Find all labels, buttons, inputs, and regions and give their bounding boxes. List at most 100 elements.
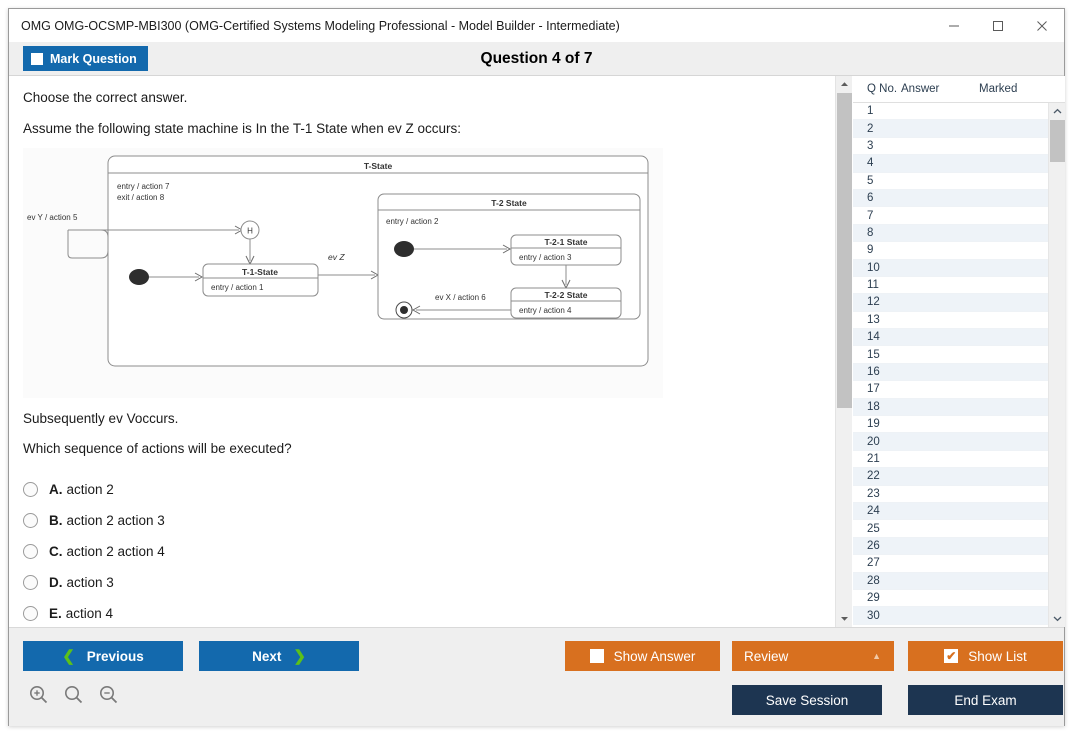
list-item[interactable]: 29 (853, 589, 1048, 608)
list-item-qno: 29 (867, 592, 880, 605)
diagram-t22-entry: entry / action 4 (519, 306, 572, 315)
answer-option-e[interactable]: E. action 4 (23, 598, 663, 627)
chevron-up-icon: ▲ (872, 651, 881, 661)
list-item[interactable]: 4 (853, 155, 1048, 173)
list-item-qno: 25 (867, 522, 880, 535)
zoom-in-icon[interactable] (27, 683, 51, 707)
scroll-up-arrow-icon[interactable] (836, 76, 853, 93)
list-item[interactable]: 23 (853, 485, 1048, 503)
next-button-label: Next (252, 648, 282, 664)
list-item[interactable]: 5 (853, 172, 1048, 190)
radio-button-icon[interactable] (23, 482, 38, 497)
zoom-controls (27, 683, 121, 707)
previous-button[interactable]: ❮ Previous (23, 641, 183, 671)
diagram-ev-z-label: ev Z (328, 252, 345, 262)
diagram-t2-name: T-2 State (491, 198, 527, 208)
show-list-checkbox-icon[interactable]: ✔ (944, 649, 959, 663)
radio-button-icon[interactable] (23, 513, 38, 528)
next-button[interactable]: Next ❯ (199, 641, 359, 671)
list-item[interactable]: 18 (853, 398, 1048, 417)
question-followup-text: Subsequently ev Voccurs. (23, 411, 179, 426)
list-item[interactable]: 24 (853, 502, 1048, 521)
list-item[interactable]: 28 (853, 572, 1048, 590)
list-item-qno: 6 (867, 192, 874, 205)
list-item[interactable]: 22 (853, 468, 1048, 486)
end-exam-label: End Exam (954, 692, 1017, 708)
column-header-marked: Marked (979, 83, 1018, 95)
question-list-scrollbar[interactable] (1048, 103, 1065, 627)
zoom-reset-icon[interactable] (62, 683, 86, 707)
close-icon[interactable] (1020, 9, 1064, 42)
diagram-outer-state-name: T-State (364, 161, 393, 171)
list-item[interactable]: 7 (853, 207, 1048, 225)
radio-button-icon[interactable] (23, 606, 38, 621)
list-scrollbar-thumb[interactable] (1050, 120, 1065, 162)
list-item-qno: 11 (867, 279, 879, 292)
list-item[interactable]: 1 (853, 103, 1048, 121)
save-session-button[interactable]: Save Session (732, 685, 882, 715)
diagram-ev-x-label: ev X / action 6 (435, 293, 486, 302)
zoom-out-icon[interactable] (97, 683, 121, 707)
option-text: action 2 (66, 482, 114, 497)
exam-application-window: OMG OMG-OCSMP-MBI300 (OMG-Certified Syst… (8, 8, 1065, 726)
review-label: Review (744, 648, 789, 664)
content-scrollbar[interactable] (835, 76, 852, 627)
answer-option-b[interactable]: B. action 2 action 3 (23, 505, 663, 536)
minimize-icon[interactable] (932, 9, 976, 42)
list-item-qno: 20 (867, 435, 880, 448)
list-item[interactable]: 25 (853, 520, 1048, 538)
content-scrollbar-thumb[interactable] (837, 93, 852, 408)
answer-option-d[interactable]: D. action 3 (23, 567, 663, 598)
answer-options-group: A. action 2 B. action 2 action 3 C. acti… (23, 474, 663, 627)
question-prompt-text: Which sequence of actions will be execut… (23, 441, 292, 456)
list-item[interactable]: 15 (853, 346, 1048, 364)
list-item[interactable]: 10 (853, 259, 1048, 277)
diagram-outer-entry: entry / action 7 (117, 182, 170, 191)
list-item-qno: 9 (867, 244, 874, 257)
question-list-body[interactable]: 1 2 3 4 5 6 7 8 9 10 11 12 13 14 15 16 17 18 19 20 21 22 23 24 2… (853, 103, 1048, 627)
list-scroll-down-arrow-icon[interactable] (1049, 610, 1065, 627)
review-dropdown[interactable]: Review ▲ (732, 641, 894, 671)
mark-question-label: Mark Question (50, 51, 137, 66)
show-list-button[interactable]: ✔ Show List (908, 641, 1063, 671)
answer-option-a[interactable]: A. action 2 (23, 474, 663, 505)
show-answer-button[interactable]: Show Answer (565, 641, 720, 671)
list-item[interactable]: 9 (853, 242, 1048, 260)
radio-button-icon[interactable] (23, 575, 38, 590)
list-item[interactable]: 8 (853, 224, 1048, 243)
chevron-right-icon: ❯ (293, 648, 306, 665)
answer-option-c[interactable]: C. action 2 action 4 (23, 536, 663, 567)
show-answer-checkbox-icon[interactable] (589, 649, 604, 663)
option-text: action 2 action 3 (66, 513, 165, 528)
list-item[interactable]: 30 (853, 607, 1048, 625)
diagram-t2-entry: entry / action 2 (386, 217, 439, 226)
list-item[interactable]: 13 (853, 311, 1048, 330)
radio-button-icon[interactable] (23, 544, 38, 559)
list-item[interactable]: 19 (853, 416, 1048, 434)
list-item[interactable]: 11 (853, 276, 1048, 295)
list-item[interactable]: 27 (853, 555, 1048, 573)
list-item[interactable]: 26 (853, 537, 1048, 556)
list-item[interactable]: 21 (853, 450, 1048, 469)
question-list-header: Q No. Answer Marked (853, 76, 1065, 103)
diagram-t1-entry: entry / action 1 (211, 283, 264, 292)
list-item[interactable]: 16 (853, 363, 1048, 382)
list-scroll-up-arrow-icon[interactable] (1049, 103, 1065, 120)
mark-question-checkbox-icon[interactable] (31, 52, 43, 65)
list-item[interactable]: 20 (853, 433, 1048, 451)
end-exam-button[interactable]: End Exam (908, 685, 1063, 715)
list-item[interactable]: 17 (853, 381, 1048, 399)
list-item[interactable]: 6 (853, 189, 1048, 208)
question-list-panel: Q No. Answer Marked 1 2 3 4 5 6 7 8 9 10 11 12 13 14 1… (853, 76, 1065, 627)
list-item-qno: 18 (867, 400, 880, 413)
list-item-qno: 1 (867, 105, 874, 118)
scroll-down-arrow-icon[interactable] (836, 610, 853, 627)
mark-question-button[interactable]: Mark Question (23, 46, 148, 71)
page-title: Question 4 of 7 (480, 50, 593, 67)
list-item[interactable]: 14 (853, 329, 1048, 347)
list-item-qno: 21 (867, 453, 880, 465)
maximize-icon[interactable] (976, 9, 1020, 42)
list-item[interactable]: 2 (853, 120, 1048, 138)
list-item[interactable]: 12 (853, 294, 1048, 312)
list-item[interactable]: 3 (853, 137, 1048, 156)
